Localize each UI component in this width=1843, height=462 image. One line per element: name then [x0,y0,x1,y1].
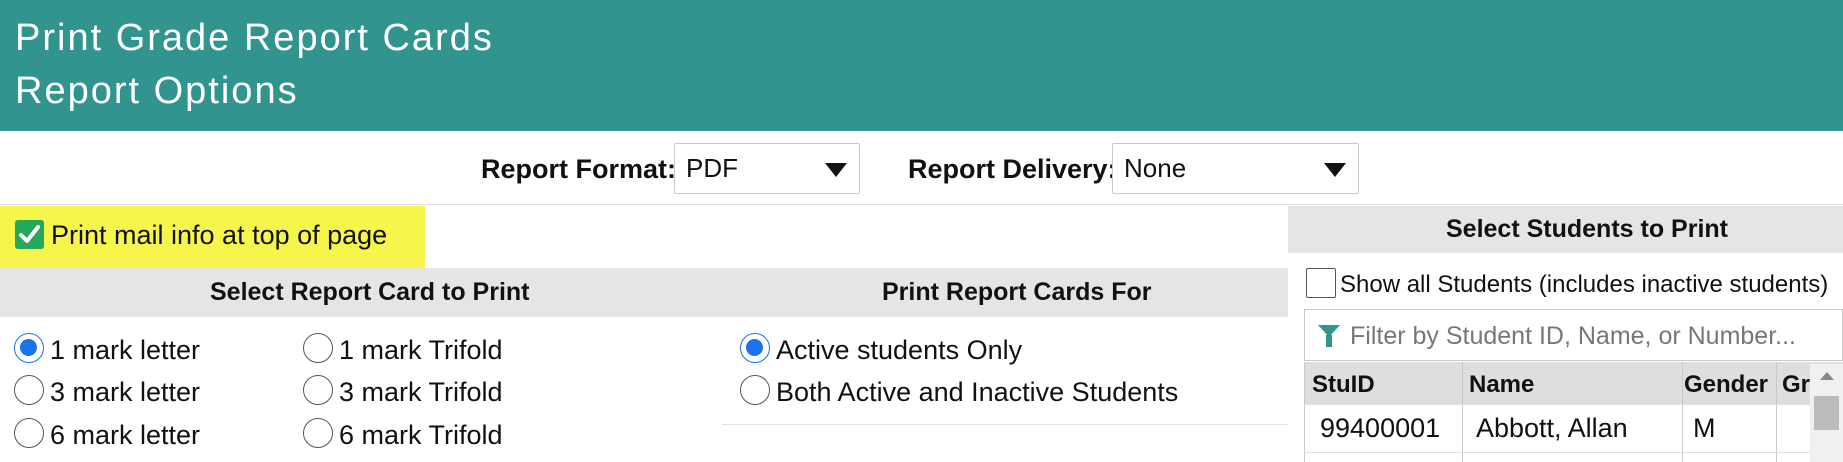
print-for-heading: Print Report Cards For [882,278,1152,306]
table-scrollbar[interactable] [1810,364,1843,462]
option-label: 3 mark Trifold [339,377,503,407]
cell-name[interactable]: Abbott, Allan [1476,413,1628,444]
show-all-students-label: Show all Students (includes inactive stu… [1340,271,1829,298]
option-label: Active students Only [776,335,1023,365]
table-row-line [1304,404,1810,405]
option-label: 6 mark letter [50,420,201,450]
filter-placeholder: Filter by Student ID, Name, or Number... [1350,322,1796,350]
divider [0,204,1843,205]
caret-down-icon [1324,163,1346,177]
radio-1-mark-letter[interactable] [14,333,44,363]
radio-1-mark-trifold[interactable] [303,333,333,363]
scrollbar-thumb[interactable] [1814,396,1839,430]
table-border [1304,362,1305,462]
divider [722,424,1288,425]
report-card-heading: Select Report Card to Print [210,278,530,306]
radio-3-mark-letter[interactable] [14,375,44,405]
students-heading: Select Students to Print [1446,215,1728,243]
cell-stuid[interactable]: 99400001 [1320,413,1440,444]
column-header[interactable]: Gender [1684,371,1768,399]
column-divider [1462,362,1463,462]
page-header: Print Grade Report Cards Report Options [0,0,1843,131]
show-all-students-checkbox[interactable] [1306,268,1336,298]
option-label: 6 mark Trifold [339,420,503,450]
report-delivery-value: None [1124,153,1187,183]
scroll-up-icon[interactable] [1820,372,1834,380]
radio-active-and-inactive[interactable] [740,375,770,405]
caret-down-icon [825,163,847,177]
column-header[interactable]: Name [1469,371,1534,399]
column-header[interactable]: Gr [1782,371,1810,399]
page-subtitle: Report Options [15,70,299,112]
panel-header: Select Report Card to Print Print Report… [0,268,1288,317]
radio-6-mark-trifold[interactable] [303,418,333,448]
student-filter-input[interactable]: Filter by Student ID, Name, or Number... [1304,309,1843,361]
filter-icon [1318,325,1340,347]
option-label: 3 mark letter [50,377,201,407]
table-row-line [1304,452,1810,453]
report-format-select[interactable]: PDF [674,143,860,194]
option-label: 1 mark Trifold [339,335,503,365]
report-delivery-select[interactable]: None [1112,143,1359,194]
column-divider [1776,362,1777,462]
mail-info-checkbox[interactable] [15,220,44,249]
radio-3-mark-trifold[interactable] [303,375,333,405]
column-divider [1682,362,1683,462]
radio-active-only[interactable] [740,333,770,363]
students-table-header: StuID Name Gender Gr [1304,362,1843,404]
report-format-value: PDF [686,153,738,183]
checkmark-icon [19,225,40,243]
mail-info-label: Print mail info at top of page [51,220,388,250]
students-panel-header: Select Students to Print [1288,206,1843,253]
cell-gender[interactable]: M [1693,413,1716,444]
option-label: Both Active and Inactive Students [776,377,1179,407]
option-label: 1 mark letter [50,335,201,365]
page-title: Print Grade Report Cards [15,17,494,59]
report-format-label: Report Format: [481,154,676,184]
column-header[interactable]: StuID [1312,371,1375,399]
report-delivery-label: Report Delivery: [908,154,1117,184]
radio-6-mark-letter[interactable] [14,418,44,448]
